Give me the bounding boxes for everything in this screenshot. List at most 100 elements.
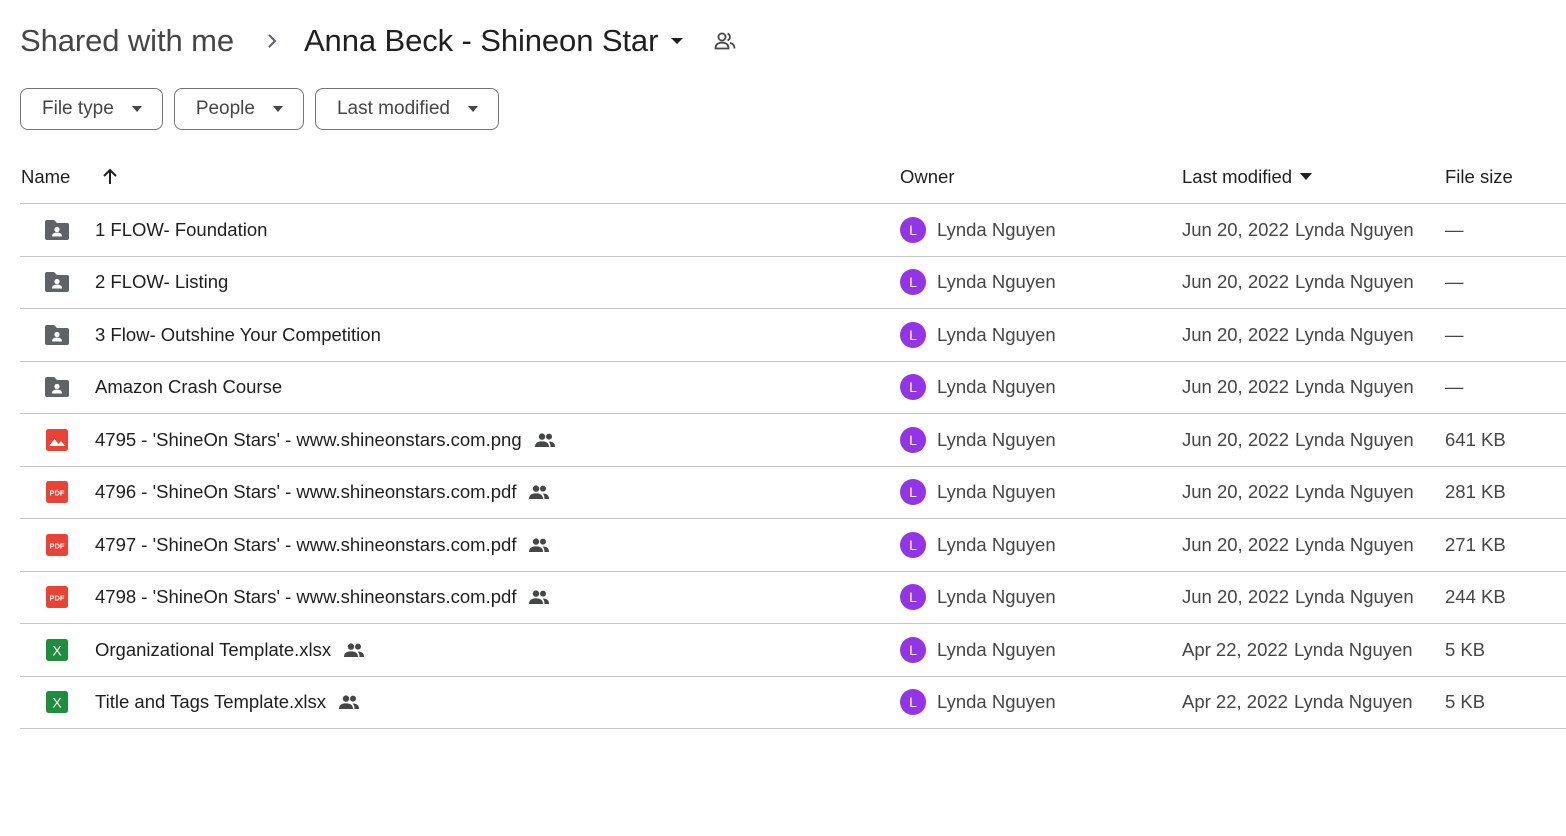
file-name: Amazon Crash Course: [95, 376, 283, 398]
table-row[interactable]: X Organizational Template.xlsx L Lynda N…: [20, 624, 1566, 677]
modified-by: Lynda Nguyen: [1293, 638, 1413, 660]
file-name-cell: Title and Tags Template.xlsx: [95, 677, 360, 729]
modified-date: Jun 20, 2022: [1182, 481, 1289, 503]
arrow-drop-down-icon: [131, 106, 142, 112]
file-list-table: Name Owner Last modified File size 1 FLO…: [20, 150, 1566, 729]
file-name: 4796 - 'ShineOn Stars' - www.shineonstar…: [95, 481, 517, 503]
arrow-upward-icon[interactable]: [100, 150, 120, 203]
shared-people-icon: [338, 695, 360, 710]
modified-date: Jun 20, 2022: [1182, 323, 1289, 345]
column-header-file-size[interactable]: File size: [1445, 150, 1513, 203]
owner-cell: L Lynda Nguyen: [900, 624, 1056, 676]
modified-by: Lynda Nguyen: [1294, 323, 1414, 345]
table-row[interactable]: X Title and Tags Template.xlsx L Lynda N…: [20, 677, 1566, 729]
modified-date: Apr 22, 2022: [1182, 638, 1288, 660]
filter-label: People: [195, 98, 255, 119]
file-size: 281 KB: [1445, 481, 1506, 503]
owner-name: Lynda Nguyen: [937, 586, 1056, 608]
avatar: L: [900, 479, 926, 506]
last-modified-filter[interactable]: Last modified: [314, 88, 499, 130]
modified-by: Lynda Nguyen: [1294, 533, 1414, 555]
avatar: L: [900, 216, 926, 243]
shared-people-icon: [528, 485, 550, 500]
table-row[interactable]: 2 FLOW- Listing L Lynda Nguyen Jun 20, 2…: [20, 257, 1566, 309]
svg-text:X: X: [52, 642, 62, 658]
modified-date: Jun 20, 2022: [1182, 218, 1289, 240]
modified-by: Lynda Nguyen: [1294, 428, 1414, 450]
file-name-cell: 3 Flow- Outshine Your Competition: [95, 309, 381, 361]
file-icon-cell: [45, 414, 69, 466]
owner-cell: L Lynda Nguyen: [900, 414, 1056, 466]
shared-folder-icon: [44, 324, 70, 346]
file-size: —: [1445, 376, 1464, 398]
modified-by: Lynda Nguyen: [1294, 586, 1414, 608]
modified-date: Jun 20, 2022: [1182, 586, 1289, 608]
modified-date: Apr 22, 2022: [1182, 691, 1288, 713]
file-icon-cell: [45, 362, 69, 414]
table-row[interactable]: 4795 - 'ShineOn Stars' - www.shineonstar…: [20, 414, 1566, 467]
table-body: 1 FLOW- Foundation L Lynda Nguyen Jun 20…: [20, 204, 1566, 729]
file-name-cell: 1 FLOW- Foundation: [95, 204, 267, 256]
avatar: L: [900, 584, 926, 611]
table-row[interactable]: 1 FLOW- Foundation L Lynda Nguyen Jun 20…: [20, 204, 1566, 257]
table-row[interactable]: PDF 4797 - 'ShineOn Stars' - www.shineon…: [20, 519, 1566, 572]
people-outline-icon[interactable]: [714, 31, 736, 51]
breadcrumb: Shared with me Anna Beck - Shineon Star: [20, 18, 736, 64]
modified-date: Jun 20, 2022: [1182, 376, 1289, 398]
modified-by: Lynda Nguyen: [1294, 376, 1414, 398]
shared-people-icon: [343, 643, 365, 657]
table-row[interactable]: PDF 4796 - 'ShineOn Stars' - www.shineon…: [20, 467, 1566, 519]
people-filter[interactable]: People: [173, 88, 304, 130]
table-row[interactable]: PDF 4798 - 'ShineOn Stars' - www.shineon…: [20, 572, 1566, 624]
file-name: Title and Tags Template.xlsx: [95, 691, 327, 713]
file-size: 271 KB: [1445, 533, 1506, 555]
column-header-owner[interactable]: Owner: [900, 150, 955, 203]
avatar: L: [900, 426, 926, 453]
avatar: L: [900, 321, 926, 348]
file-name: 2 FLOW- Listing: [95, 271, 229, 293]
owner-name: Lynda Nguyen: [937, 533, 1056, 555]
last-modified-cell: Jun 20, 2022 Lynda Nguyen: [1182, 414, 1414, 466]
pdf-file-icon: PDF: [46, 586, 68, 609]
svg-text:PDF: PDF: [50, 489, 65, 498]
arrow-drop-down-icon: [1300, 173, 1313, 180]
modified-by: Lynda Nguyen: [1293, 691, 1413, 713]
owner-cell: L Lynda Nguyen: [900, 362, 1056, 414]
owner-name: Lynda Nguyen: [937, 428, 1056, 450]
modified-by: Lynda Nguyen: [1294, 481, 1414, 503]
table-row[interactable]: Amazon Crash Course L Lynda Nguyen Jun 2…: [20, 362, 1566, 414]
last-modified-cell: Jun 20, 2022 Lynda Nguyen: [1182, 204, 1414, 256]
breadcrumb-shared-with-me[interactable]: Shared with me: [20, 23, 234, 59]
modified-date: Jun 20, 2022: [1182, 271, 1289, 293]
table-header: Name Owner Last modified File size: [20, 150, 1566, 204]
svg-text:PDF: PDF: [50, 594, 65, 603]
filter-label: Last modified: [336, 98, 450, 119]
last-modified-cell: Jun 20, 2022 Lynda Nguyen: [1182, 572, 1414, 624]
avatar: L: [900, 636, 926, 663]
shared-folder-icon: [44, 219, 70, 241]
column-header-last-modified[interactable]: Last modified: [1182, 150, 1313, 203]
table-row[interactable]: 3 Flow- Outshine Your Competition L Lynd…: [20, 309, 1566, 362]
last-modified-cell: Apr 22, 2022 Lynda Nguyen: [1182, 677, 1413, 729]
avatar: L: [900, 269, 926, 296]
file-size: —: [1445, 323, 1464, 345]
file-size: 5 KB: [1445, 638, 1486, 660]
file-type-filter[interactable]: File type: [20, 88, 163, 130]
file-icon-cell: X: [45, 677, 69, 729]
svg-text:PDF: PDF: [50, 541, 65, 550]
owner-name: Lynda Nguyen: [937, 481, 1056, 503]
owner-cell: L Lynda Nguyen: [900, 677, 1056, 729]
shared-people-icon: [528, 538, 550, 552]
column-header-name[interactable]: Name: [21, 150, 70, 203]
shared-people-icon: [528, 590, 550, 605]
file-name-cell: 4796 - 'ShineOn Stars' - www.shineonstar…: [95, 467, 550, 519]
file-name: 4798 - 'ShineOn Stars' - www.shineonstar…: [95, 586, 517, 608]
last-modified-cell: Apr 22, 2022 Lynda Nguyen: [1182, 624, 1413, 676]
last-modified-cell: Jun 20, 2022 Lynda Nguyen: [1182, 257, 1414, 309]
owner-name: Lynda Nguyen: [937, 376, 1056, 398]
current-folder-menu-button[interactable]: Anna Beck - Shineon Star: [304, 23, 684, 59]
pdf-file-icon: PDF: [46, 481, 68, 504]
file-icon-cell: PDF: [45, 572, 69, 624]
file-icon-cell: PDF: [45, 519, 69, 571]
owner-name: Lynda Nguyen: [937, 691, 1056, 713]
